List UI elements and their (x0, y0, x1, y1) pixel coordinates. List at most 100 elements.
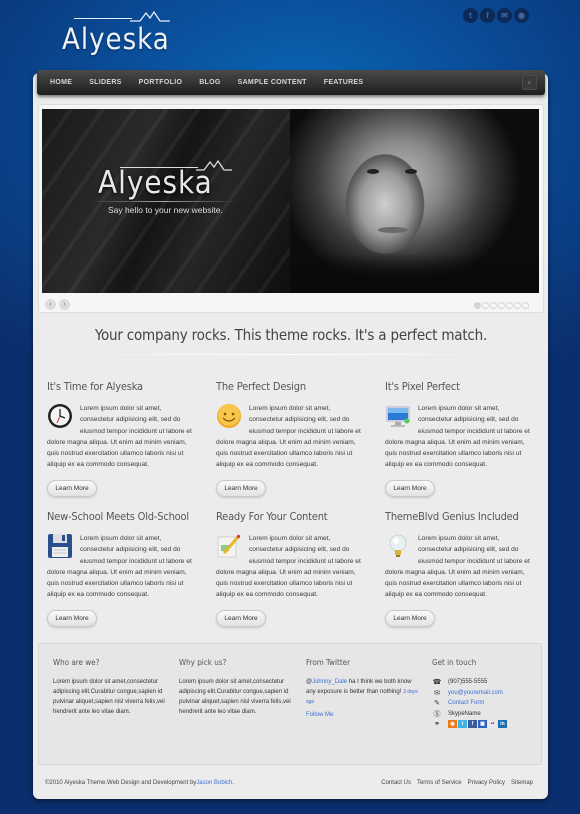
skype-value: SkypeName (448, 710, 481, 717)
email-link[interactable]: you@youremail.com (448, 690, 503, 696)
contact-networks: ⚭ ◉ t f ▦ •• in (432, 719, 547, 730)
twitter-icon[interactable]: t (463, 8, 478, 23)
footer-widgets: Who are we? Lorem ipsum dolor sit amet,c… (38, 643, 542, 765)
linkedin-icon[interactable]: in (498, 720, 507, 729)
slide-photo (290, 109, 539, 293)
footer-twitter: From Twitter @Johnny_Dale ha I think we … (306, 658, 421, 720)
feature-box: ThemeBlvd Genius Included Lorem ipsum do… (385, 510, 535, 627)
feature-box: The Perfect Design Lorem ipsum dolor sit… (216, 380, 366, 497)
floppy-disk-icon (47, 533, 73, 559)
bottom-links: Contact Us Terms of Service Privacy Poli… (381, 780, 533, 786)
terms-link[interactable]: Terms of Service (417, 780, 462, 786)
tweet: @Johnny_Dale ha I think we both know any… (306, 677, 421, 707)
privacy-link[interactable]: Privacy Policy (468, 780, 505, 786)
nav-features[interactable]: FEATURES (324, 79, 364, 86)
tweet-user-link[interactable]: Johnny_Dale (312, 679, 347, 685)
tagline-divider (60, 354, 520, 355)
flickr-icon[interactable]: •• (488, 720, 497, 729)
logo-line (74, 18, 132, 19)
contact-form-link[interactable]: Contact Form (448, 700, 484, 706)
feature-title: The Perfect Design (216, 380, 306, 393)
mountain-icon (130, 10, 170, 22)
feature-box: It's Time for Alyeska Lorem ipsum dolor … (47, 380, 197, 497)
learn-more-button[interactable]: Learn More (47, 609, 97, 627)
email-icon[interactable]: ✉ (497, 8, 512, 23)
logo-text: Alyeska (62, 22, 170, 56)
sitemap-link[interactable]: Sitemap (511, 780, 533, 786)
slide-dot[interactable] (514, 302, 521, 309)
feature-title: New-School Meets Old-School (47, 510, 189, 523)
learn-more-button[interactable]: Learn More (216, 479, 266, 497)
follow-me-link[interactable]: Follow Me (306, 712, 333, 718)
slide-dot[interactable] (474, 302, 481, 309)
copyright-end: . (232, 780, 234, 786)
contact-form: ✎ Contact Form (432, 698, 547, 709)
learn-more-button[interactable]: Learn More (47, 479, 97, 497)
nav-blog[interactable]: BLOG (199, 79, 220, 86)
main-nav: HOME SLIDERS PORTFOLIO BLOG SAMPLE CONTE… (37, 70, 545, 95)
slide-dot[interactable] (506, 302, 513, 309)
site-header: Alyeska t f ✉ ◉ (0, 0, 580, 72)
learn-more-button[interactable]: Learn More (385, 609, 435, 627)
feature-title: Ready For Your Content (216, 510, 328, 523)
prev-arrow-icon[interactable]: ‹ (45, 299, 56, 310)
slide-tagline: Say hello to your new website. (108, 205, 223, 215)
rss-icon[interactable]: ◉ (448, 720, 457, 729)
nav-home[interactable]: HOME (50, 79, 72, 86)
slide-dot[interactable] (498, 302, 505, 309)
pencil-document-icon (216, 533, 242, 559)
slide-divider (88, 201, 238, 202)
mountain-icon (196, 159, 232, 171)
why-text: Lorem ipsum dolor sit amet,consectetur a… (179, 679, 291, 715)
contact-skype: Ⓢ SkypeName (432, 709, 547, 720)
slider: Alyeska Say hello to your new website. ‹… (38, 104, 544, 313)
nav-portfolio[interactable]: PORTFOLIO (139, 79, 183, 86)
who-title: Who are we? (53, 658, 100, 667)
feature-box: It's Pixel Perfect Lorem ipsum dolor sit… (385, 380, 535, 497)
pencil-icon: ✎ (434, 700, 440, 708)
photo-eyes (365, 169, 420, 175)
site-logo[interactable]: Alyeska (62, 10, 174, 56)
search-icon[interactable]: ⌕ (522, 75, 537, 90)
contact-us-link[interactable]: Contact Us (381, 780, 411, 786)
slide-dot[interactable] (490, 302, 497, 309)
who-text: Lorem ipsum dolor sit amet,consectetur a… (53, 679, 165, 715)
footer-who: Who are we? Lorem ipsum dolor sit amet,c… (53, 658, 168, 717)
slider-pagination (474, 302, 529, 309)
slide-logo: Alyeska Say hello to your new website. (88, 159, 238, 215)
learn-more-button[interactable]: Learn More (385, 479, 435, 497)
facebook-icon[interactable]: f (480, 8, 495, 23)
twitter-title: From Twitter (306, 658, 351, 667)
social-links: t f ✉ ◉ (463, 8, 529, 23)
learn-more-button[interactable]: Learn More (216, 609, 266, 627)
feature-box: Ready For Your Content Lorem ipsum dolor… (216, 510, 366, 627)
feature-title: ThemeBlvd Genius Included (385, 510, 519, 523)
photo-mouth (378, 227, 408, 233)
author-link[interactable]: Jason Bobich (196, 780, 232, 786)
skype-icon: Ⓢ (433, 710, 441, 718)
feature-title: It's Time for Alyeska (47, 380, 143, 393)
slide-dot[interactable] (482, 302, 489, 309)
delicious-icon[interactable]: ▦ (478, 720, 487, 729)
slide-image[interactable]: Alyeska Say hello to your new website. (42, 109, 539, 293)
footer-why: Why pick us? Lorem ipsum dolor sit amet,… (179, 658, 294, 717)
nav-sliders[interactable]: SLIDERS (89, 79, 121, 86)
phone-icon: ☎ (432, 679, 442, 687)
why-title: Why pick us? (179, 658, 227, 667)
clock-icon (47, 403, 73, 429)
contact-email: ✉ you@youremail.com (432, 688, 547, 699)
slide-logo-line (120, 167, 198, 168)
facebook-icon[interactable]: f (468, 720, 477, 729)
rss-icon[interactable]: ◉ (514, 8, 529, 23)
twitter-icon[interactable]: t (458, 720, 467, 729)
phone-value: (907)555-5555 (448, 679, 488, 686)
feature-box: New-School Meets Old-School Lorem ipsum … (47, 510, 197, 627)
copyright: ©2010 Alyeska Theme.Web Design and Devel… (45, 780, 234, 786)
nav-sample-content[interactable]: SAMPLE CONTENT (238, 79, 307, 86)
network-badges: ◉ t f ▦ •• in (448, 720, 507, 729)
photo-coat (290, 253, 539, 293)
next-arrow-icon[interactable]: › (59, 299, 70, 310)
envelope-icon: ✉ (434, 689, 440, 697)
slider-arrows: ‹ › (45, 299, 70, 310)
slide-dot[interactable] (522, 302, 529, 309)
